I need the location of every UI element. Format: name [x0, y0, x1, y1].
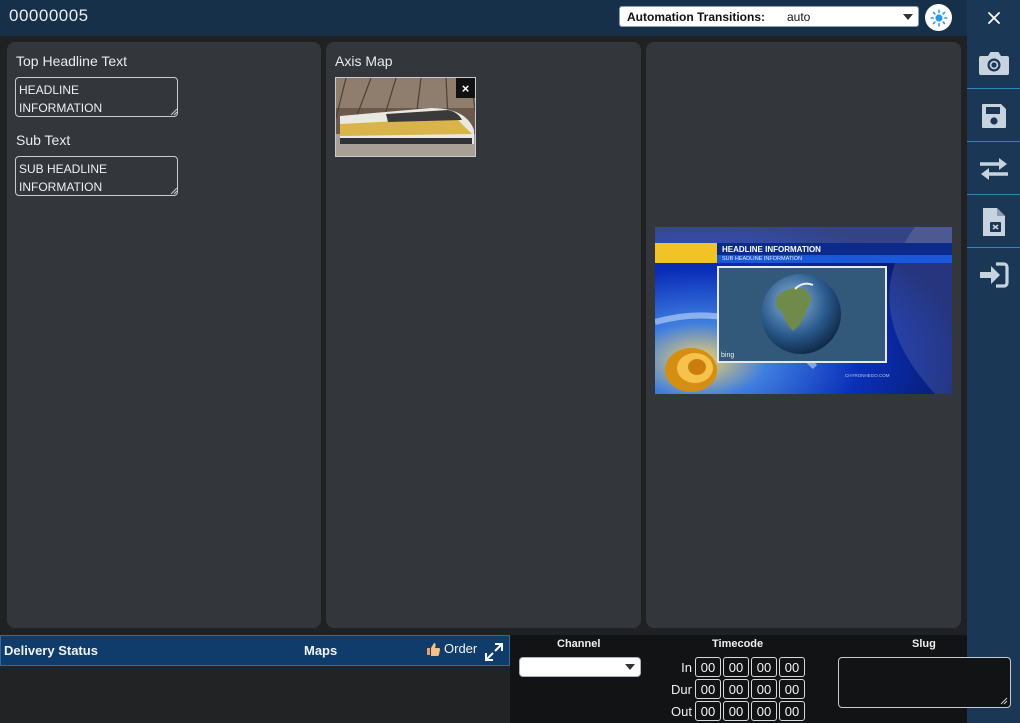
timecode-header: Timecode: [712, 638, 764, 650]
delivery-status-list: [0, 666, 510, 723]
timecode-out-seconds[interactable]: 00: [751, 701, 777, 721]
slug-header: Slug: [912, 638, 936, 650]
timecode-in-seconds[interactable]: 00: [751, 657, 777, 677]
close-icon: [987, 12, 1000, 24]
timecode-out-label: Out: [671, 703, 692, 719]
swap-icon: [979, 157, 1008, 180]
resize-grip-icon[interactable]: [170, 187, 178, 195]
preview-bing-logo: bing: [721, 352, 734, 359]
automation-transitions-label: Automation Transitions:: [627, 9, 765, 24]
timecode-in-label: In: [681, 659, 692, 675]
timecode-out-hours[interactable]: 00: [695, 701, 721, 721]
timecode-in-row: In 00 00 00 00: [660, 657, 807, 677]
timecode-dur-minutes[interactable]: 00: [723, 679, 749, 699]
timecode-out-row: Out 00 00 00 00: [660, 701, 807, 721]
remove-map-button[interactable]: ×: [456, 78, 475, 98]
timecode-dur-frames[interactable]: 00: [779, 679, 805, 699]
order-label: Order: [444, 641, 478, 656]
sun-icon: [929, 8, 948, 27]
maps-header: Maps: [304, 643, 338, 658]
sub-text-field[interactable]: SUB HEADLINE INFORMATION: [15, 156, 178, 196]
timecode-out-minutes[interactable]: 00: [723, 701, 749, 721]
thumbs-up-icon: [427, 643, 441, 656]
expand-icon[interactable]: [484, 642, 504, 662]
sign-in-icon: [979, 262, 1009, 288]
chevron-down-icon: [625, 664, 635, 670]
slug-field[interactable]: [838, 657, 1011, 708]
playout-controls: Channel Timecode Slug In 00 00 00 00 Dur…: [510, 635, 1011, 723]
preview-headline: HEADLINE INFORMATION: [722, 245, 821, 254]
preview-subheadline: SUB HEADLINE INFORMATION: [722, 256, 802, 262]
axis-map-panel: Axis Map ×: [326, 42, 641, 628]
swap-button[interactable]: [967, 143, 1020, 195]
sub-text-label: Sub Text: [16, 132, 71, 148]
page-title: 00000005: [9, 6, 89, 25]
timecode-out-frames[interactable]: 00: [779, 701, 805, 721]
timecode-in-hours[interactable]: 00: [695, 657, 721, 677]
order-button[interactable]: Order: [426, 641, 477, 656]
close-button[interactable]: [967, 4, 1020, 32]
snapshot-button[interactable]: [967, 37, 1020, 89]
automation-transitions-value: auto: [787, 9, 811, 24]
export-file-button[interactable]: [967, 196, 1020, 248]
timecode-dur-hours[interactable]: 00: [695, 679, 721, 699]
theme-toggle-button[interactable]: [925, 4, 952, 31]
file-export-icon: [982, 207, 1005, 236]
text-fields-panel: Top Headline Text HEADLINE INFORMATION S…: [7, 42, 321, 628]
resize-grip-icon[interactable]: [170, 108, 178, 116]
train-image: [336, 78, 475, 156]
top-bar: 00000005 Automation Transitions: auto: [0, 0, 967, 36]
channel-select[interactable]: [519, 657, 641, 677]
camera-icon: [978, 51, 1009, 75]
axis-map-label: Axis Map: [335, 53, 393, 69]
delivery-status-bar: Delivery Status Maps Order: [0, 635, 510, 666]
channel-header: Channel: [557, 638, 601, 650]
right-sidebar: [967, 0, 1020, 723]
preview-url: CHYRONHEGO.COM: [845, 373, 890, 378]
automation-transitions-select[interactable]: Automation Transitions: auto: [619, 6, 919, 27]
resize-grip-icon[interactable]: [1000, 697, 1008, 705]
delivery-status-header: Delivery Status: [4, 643, 98, 658]
preview-panel: HEADLINE INFORMATION SUB HEADLINE INFORM…: [646, 42, 961, 628]
save-button[interactable]: [967, 90, 1020, 142]
timecode-dur-label: Dur: [671, 681, 692, 697]
timecode-in-frames[interactable]: 00: [779, 657, 805, 677]
timecode-dur-seconds[interactable]: 00: [751, 679, 777, 699]
timecode-in-minutes[interactable]: 00: [723, 657, 749, 677]
preview-graphic: HEADLINE INFORMATION SUB HEADLINE INFORM…: [655, 227, 952, 394]
top-headline-field[interactable]: HEADLINE INFORMATION: [15, 77, 178, 117]
chevron-down-icon: [903, 14, 913, 20]
axis-map-thumbnail[interactable]: ×: [335, 77, 476, 157]
sign-in-button[interactable]: [967, 249, 1020, 301]
timecode-dur-row: Dur 00 00 00 00: [660, 679, 807, 699]
top-headline-label: Top Headline Text: [16, 53, 128, 69]
save-icon: [981, 103, 1006, 128]
graphic-preview: HEADLINE INFORMATION SUB HEADLINE INFORM…: [655, 227, 952, 394]
